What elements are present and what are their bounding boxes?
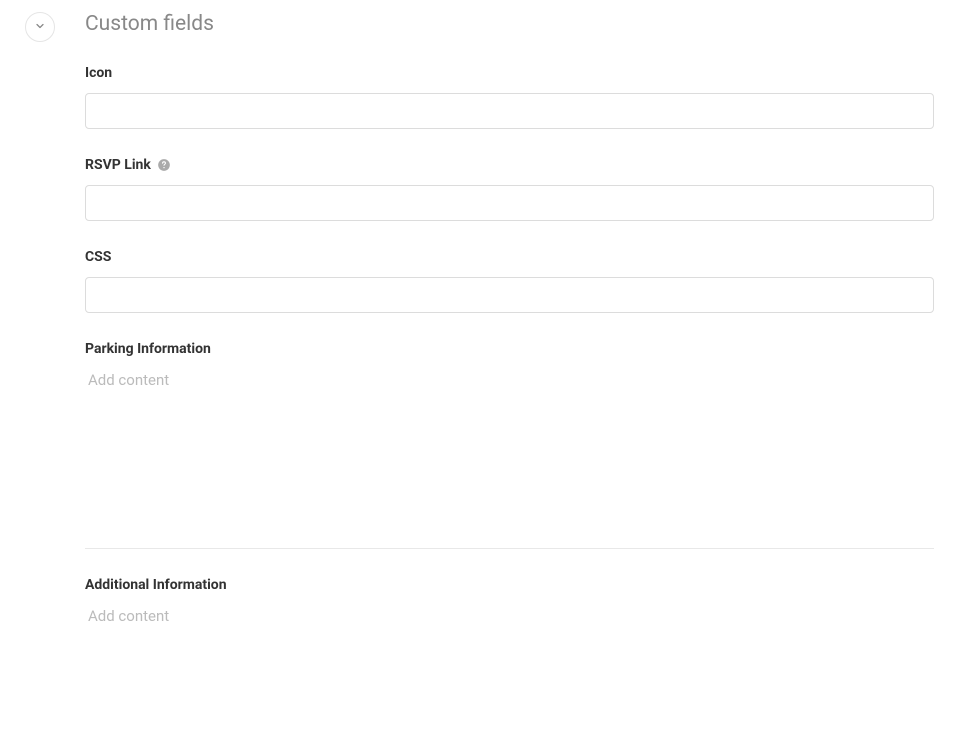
icon-input[interactable] bbox=[85, 93, 934, 129]
rsvp-link-label: RSVP Link bbox=[85, 157, 934, 173]
help-icon[interactable] bbox=[157, 158, 171, 172]
parking-info-label: Parking Information bbox=[85, 341, 934, 357]
icon-label: Icon bbox=[85, 65, 934, 81]
parking-info-field-group: Parking Information Add content bbox=[85, 341, 934, 549]
section-title: Custom fields bbox=[85, 12, 934, 37]
additional-info-placeholder: Add content bbox=[88, 607, 169, 625]
parking-info-label-text: Parking Information bbox=[85, 341, 211, 357]
additional-info-field-group: Additional Information Add content bbox=[85, 577, 934, 705]
rsvp-link-input[interactable] bbox=[85, 185, 934, 221]
additional-info-editor[interactable]: Add content bbox=[85, 605, 934, 705]
css-field-group: CSS bbox=[85, 249, 934, 313]
css-label: CSS bbox=[85, 249, 934, 265]
custom-fields-section: Custom fields Icon RSVP Link bbox=[0, 0, 969, 745]
collapse-toggle-button[interactable] bbox=[25, 12, 55, 42]
css-input[interactable] bbox=[85, 277, 934, 313]
chevron-down-icon bbox=[34, 20, 46, 35]
parking-info-editor[interactable]: Add content bbox=[85, 369, 934, 549]
css-label-text: CSS bbox=[85, 249, 111, 265]
toggle-column bbox=[25, 12, 85, 733]
rsvp-link-label-text: RSVP Link bbox=[85, 157, 151, 173]
content-column: Custom fields Icon RSVP Link bbox=[85, 12, 934, 733]
additional-info-label-text: Additional Information bbox=[85, 577, 227, 593]
icon-field-group: Icon bbox=[85, 65, 934, 129]
additional-info-label: Additional Information bbox=[85, 577, 934, 593]
parking-info-placeholder: Add content bbox=[88, 371, 169, 389]
icon-label-text: Icon bbox=[85, 65, 112, 81]
rsvp-link-field-group: RSVP Link bbox=[85, 157, 934, 221]
